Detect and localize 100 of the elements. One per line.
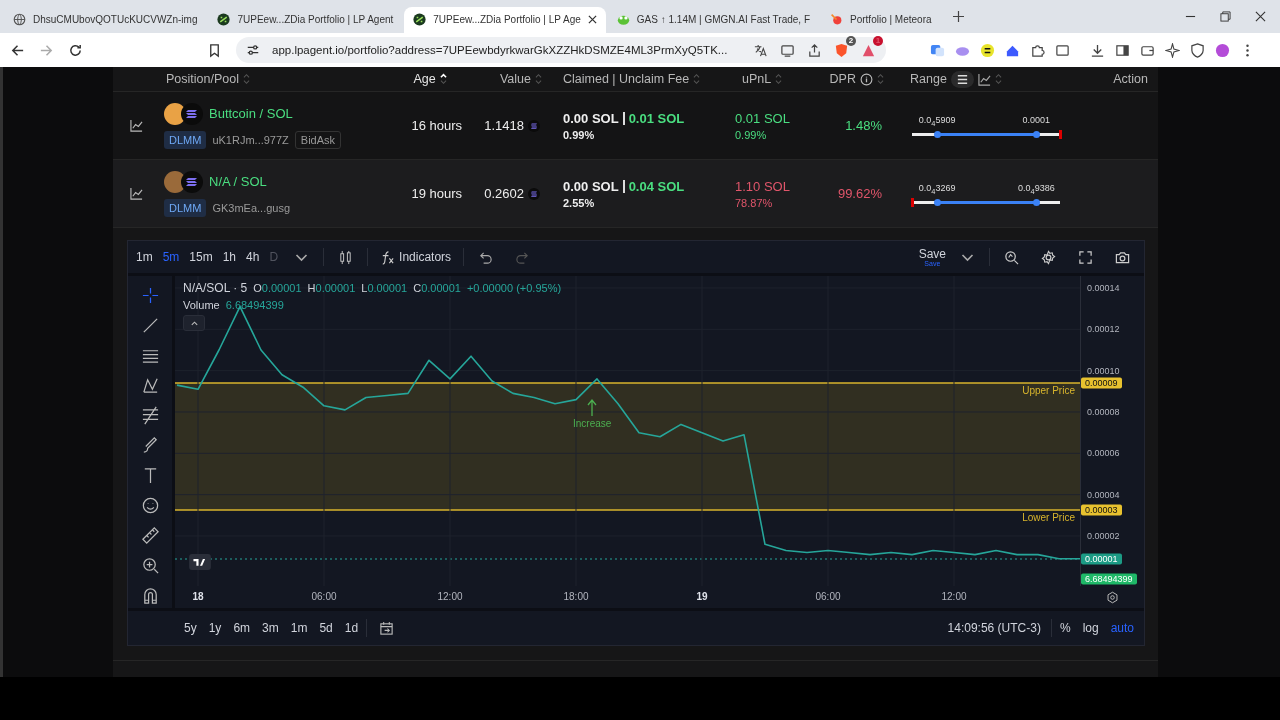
settings-icon[interactable] — [1041, 249, 1056, 265]
list-view-toggle[interactable] — [950, 70, 974, 88]
value-text: 0.2602 — [484, 186, 524, 201]
range-min-thumb[interactable] — [933, 199, 941, 206]
fee-percent-text: 0.99% — [563, 128, 595, 141]
column-header[interactable]: Range — [910, 72, 947, 86]
column-header[interactable]: Age — [413, 72, 436, 86]
interval-button[interactable]: 4h — [244, 248, 262, 266]
interval-button[interactable]: 1h — [220, 248, 239, 266]
browser-tab[interactable]: DhsuCMUbovQOTUcKUCVWZn-img — [4, 6, 207, 33]
range-button[interactable]: 3m — [258, 619, 283, 637]
range-button[interactable]: 5y — [180, 619, 201, 637]
close-icon[interactable] — [1255, 11, 1266, 22]
range-max-thumb[interactable] — [1032, 199, 1040, 206]
translate-extension-icon[interactable] — [930, 42, 945, 58]
price-tick: 0.00012 — [1087, 324, 1120, 335]
price-tick: 0.00008 — [1087, 407, 1120, 417]
pnl-text: 1.10 SOL — [735, 178, 790, 194]
camera-icon[interactable] — [1115, 249, 1130, 265]
new-tab-icon[interactable] — [952, 11, 964, 22]
cast-icon[interactable] — [780, 42, 795, 58]
time-label: 19 — [696, 591, 708, 602]
last-price-tag: 0.00001 — [1081, 553, 1122, 565]
price-level-label: Lower Price — [1022, 512, 1075, 523]
time-label: 18 — [192, 591, 204, 602]
claimed-fee-text: 0.00 SOL — [563, 178, 619, 194]
translate-icon[interactable] — [753, 42, 768, 58]
function-icon — [380, 249, 396, 265]
reload-icon[interactable] — [68, 42, 83, 58]
restore-icon[interactable] — [1220, 11, 1231, 22]
site-settings-icon[interactable] — [246, 43, 260, 57]
pool-name-link[interactable]: N/A / SOL — [209, 174, 267, 189]
column-header[interactable]: DPR — [829, 72, 856, 86]
indicators-button[interactable]: Indicators — [374, 248, 458, 266]
logo-icon[interactable] — [189, 554, 211, 570]
shield-icon[interactable] — [1190, 42, 1205, 58]
browser-tab[interactable]: 7UPEew...ZDia Portfolio | LP Age — [404, 6, 606, 33]
column-header[interactable]: uPnL — [742, 72, 772, 86]
range-max-thumb[interactable] — [1032, 131, 1040, 138]
info-icon[interactable] — [860, 72, 873, 86]
line-chart-icon[interactable] — [130, 187, 143, 200]
address-bar[interactable]: app.lpagent.io/portfolio?address=7UPEewbdyrkwarGkXZZHkDSMZE4ML3PrmXyQ5TK... 2 1 — [236, 37, 886, 63]
profile-icon[interactable] — [1215, 42, 1230, 58]
share-icon[interactable] — [807, 42, 822, 58]
scale-option-button[interactable]: log — [1078, 619, 1103, 637]
range-button[interactable]: 6m — [229, 619, 255, 637]
triangle-icon[interactable] — [861, 42, 876, 58]
line-chart-icon[interactable] — [130, 119, 143, 132]
chevron-up-icon — [189, 318, 199, 328]
interval-button[interactable]: 15m — [187, 248, 215, 266]
range-button[interactable]: 5d — [315, 619, 337, 637]
sol-logo-icon — [528, 187, 540, 200]
fee-percent-text: 2.55% — [563, 196, 595, 209]
quick-search-icon[interactable] — [1004, 249, 1019, 265]
column-header[interactable]: Action — [1113, 72, 1148, 86]
protocol-tag: DLMM — [164, 198, 207, 217]
crosshair-icon[interactable] — [140, 286, 160, 305]
line-chart-icon[interactable] — [977, 72, 991, 86]
puzzle-icon[interactable] — [1030, 42, 1045, 58]
range-button[interactable]: 1d — [340, 619, 363, 637]
fib-icon[interactable] — [140, 406, 160, 425]
download-icon[interactable] — [1090, 42, 1105, 58]
sidebar-icon[interactable] — [1115, 42, 1130, 58]
fullscreen-icon[interactable] — [1078, 249, 1093, 265]
range-button[interactable]: 1y — [204, 619, 226, 637]
calendar-icon[interactable] — [379, 620, 395, 636]
column-header[interactable]: Value — [499, 72, 531, 86]
lion-shield-icon[interactable] — [834, 42, 849, 58]
range-min-thumb[interactable] — [933, 131, 941, 138]
position-address[interactable]: GK3mEa...gusg — [212, 201, 291, 214]
price-level-label: Upper Price — [1022, 385, 1075, 396]
interval-button[interactable]: 5m — [160, 248, 182, 266]
bookmark-icon[interactable] — [207, 42, 222, 58]
position-address[interactable]: uK1RJm...977Z — [212, 133, 289, 146]
ruler-icon[interactable] — [140, 526, 160, 545]
sort-icon[interactable] — [439, 73, 447, 85]
pool-name-link[interactable]: Buttcoin / SOL — [209, 106, 293, 121]
zoom-in-icon[interactable] — [140, 556, 160, 575]
interval-button[interactable]: 1m — [134, 248, 155, 266]
sparkle-icon[interactable] — [1165, 42, 1180, 58]
column-header[interactable]: Position/Pool — [166, 72, 239, 86]
symbol-title: N/A/SOL · 5 — [183, 281, 248, 295]
browser-tab[interactable]: Portfolio | Meteora — [821, 6, 941, 33]
browser-tab[interactable]: 7UPEew...ZDia Portfolio | LP Agent — [208, 6, 403, 33]
coin-icon[interactable] — [980, 42, 995, 58]
settings-icon[interactable] — [1105, 590, 1119, 604]
time-label: 18:00 — [563, 591, 589, 602]
scale-option-button[interactable]: % — [1055, 619, 1075, 637]
arrow-up-icon — [587, 398, 597, 417]
scale-option-button[interactable]: auto — [1106, 619, 1138, 637]
collapse-legend-button[interactable] — [183, 315, 205, 331]
close-icon[interactable] — [587, 15, 597, 24]
browser-tab[interactable]: GAS ↑ 1.14M | GMGN.AI Fast Trade, F — [607, 6, 819, 33]
emoji-icon[interactable] — [140, 496, 160, 515]
column-header[interactable]: Claimed | Unclaim Fee — [563, 72, 690, 86]
candlestick-icon[interactable] — [338, 249, 354, 265]
pattern-icon[interactable] — [140, 376, 160, 395]
range-button[interactable]: 1m — [286, 619, 312, 637]
window-icon[interactable] — [1055, 42, 1070, 58]
age-text: 16 hours — [411, 118, 462, 133]
